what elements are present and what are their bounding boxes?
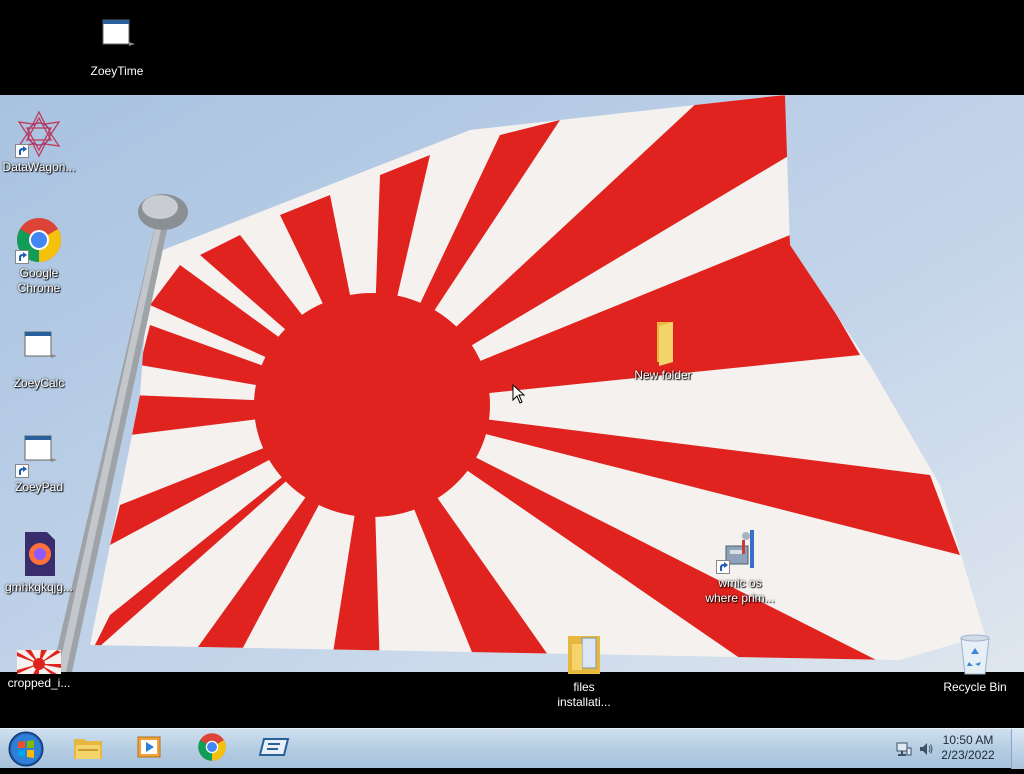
- show-desktop-button[interactable]: [1011, 729, 1024, 769]
- desktop-icon-label: wmic os where prim...: [705, 576, 775, 605]
- desktop-icon-label: cropped_i...: [7, 676, 71, 690]
- app-window-icon: [15, 430, 63, 478]
- desktop-icon-recycle-bin[interactable]: Recycle Bin: [936, 630, 1014, 695]
- datawagon-icon: [15, 110, 63, 158]
- shortcut-arrow-icon: [15, 250, 29, 264]
- shortcut-arrow-icon: [716, 560, 730, 574]
- desktop-icon-zoeytime[interactable]: ZoeyTime: [78, 14, 156, 79]
- desktop-icon-label: gmhkgkqjg...: [4, 580, 74, 594]
- desktop-icon-label: files installati...: [557, 680, 611, 709]
- recycle-bin-icon: [951, 630, 999, 678]
- media-player-icon: [136, 733, 164, 766]
- desktop-icon-label: ZoeyTime: [90, 64, 144, 78]
- desktop-icon-cropped[interactable]: cropped_i...: [0, 640, 78, 691]
- taskbar-chrome[interactable]: [186, 731, 238, 767]
- desktop-icon-wmic[interactable]: wmic os where prim...: [701, 526, 779, 606]
- file-explorer-icon: [72, 733, 104, 766]
- desktop-icon-files-installation[interactable]: files installati...: [545, 630, 623, 710]
- image-thumbnail-icon: [15, 640, 63, 674]
- desktop-icon-label: New folder: [634, 368, 692, 382]
- desktop-icon-chrome[interactable]: Google Chrome: [0, 216, 78, 296]
- mouse-pointer-icon: [512, 383, 526, 409]
- clock-date: 2/23/2022: [941, 748, 995, 762]
- desktop-icon-label: Google Chrome: [17, 266, 61, 295]
- volume-icon[interactable]: [918, 741, 934, 762]
- clock-time: 10:50 AM: [942, 733, 994, 747]
- taskbar-media-player[interactable]: [124, 731, 176, 767]
- desktop-icon-zoeycalc[interactable]: ZoeyCalc: [0, 326, 78, 391]
- taskbar-file-explorer[interactable]: [62, 731, 114, 767]
- desktop-icon-new-folder[interactable]: New folder: [624, 318, 702, 383]
- app-window-icon: [15, 326, 63, 374]
- app-window-icon: [93, 14, 141, 62]
- chrome-icon: [15, 216, 63, 264]
- desktop-icon-label: ZoeyCalc: [13, 376, 65, 390]
- app-icon: [258, 735, 290, 764]
- desktop-icon-label: Recycle Bin: [943, 680, 1007, 694]
- taskbar: 10:50 AM 2/23/2022: [0, 728, 1024, 769]
- clock[interactable]: 10:50 AM 2/23/2022: [936, 733, 1000, 763]
- shortcut-arrow-icon: [15, 464, 29, 478]
- tools-icon: [716, 526, 764, 574]
- desktop-icon-label: ZoeyPad: [14, 480, 64, 494]
- network-icon[interactable]: [896, 741, 912, 762]
- shortcut-arrow-icon: [15, 144, 29, 158]
- system-tray: 10:50 AM 2/23/2022: [884, 729, 1024, 769]
- desktop-icon-gmhkgkqjg[interactable]: gmhkgkqjg...: [0, 530, 78, 595]
- taskbar-app[interactable]: [248, 731, 300, 767]
- desktop-icon-datawagon[interactable]: DataWagon...: [0, 110, 78, 175]
- desktop[interactable]: ZoeyTime DataWagon... Google Chrome Zoey…: [0, 0, 1024, 728]
- firefox-file-icon: [15, 530, 63, 578]
- chrome-icon: [197, 732, 227, 767]
- folder-files-icon: [560, 630, 608, 678]
- desktop-icon-label: DataWagon...: [2, 160, 76, 174]
- start-button[interactable]: [4, 729, 48, 769]
- desktop-icon-zoeypad[interactable]: ZoeyPad: [0, 430, 78, 495]
- folder-icon: [639, 318, 687, 366]
